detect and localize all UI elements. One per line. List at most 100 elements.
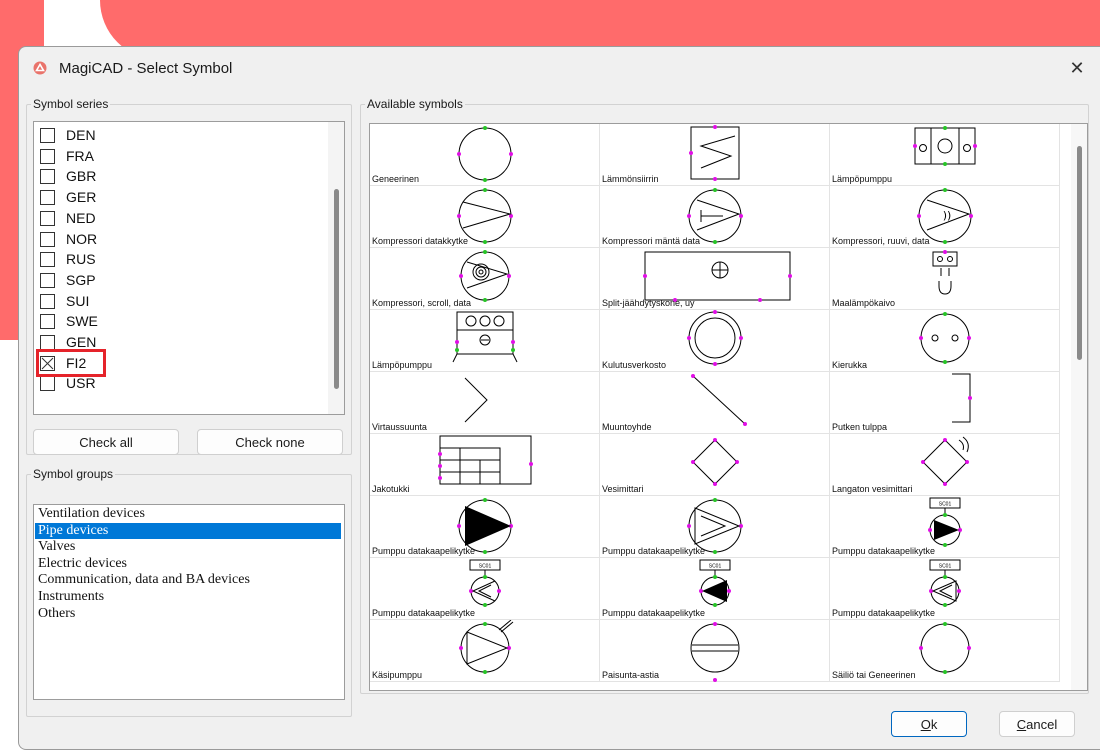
symbol-cell[interactable]: Jakotukki	[370, 434, 600, 496]
close-icon: ✕	[1069, 58, 1085, 78]
symbol-cell[interactable]: Virtaussuunta	[370, 372, 600, 434]
checkbox-icon[interactable]	[40, 231, 55, 247]
series-scrollbar-thumb[interactable]	[334, 189, 339, 389]
symbol-series-group: Symbol series USR FI2 GEN SWE SUI SGP RUS NOR NE…	[26, 97, 352, 455]
symbol-cell[interactable]: Pumppu datakaapelikytke	[370, 496, 600, 558]
symbol-cell[interactable]: Kulutusverkosto	[600, 310, 830, 372]
series-item-usr[interactable]: USR	[40, 374, 310, 394]
symbol-cell[interactable]: Geneerinen	[370, 124, 600, 186]
symbol-series-legend: Symbol series	[33, 97, 109, 111]
checkbox-icon[interactable]	[40, 376, 55, 392]
series-item-rus[interactable]: RUS	[40, 250, 310, 270]
series-item-label: GER	[66, 189, 97, 206]
checkbox-icon[interactable]	[40, 335, 55, 350]
symbol-cell[interactable]: Paisunta-astia	[600, 620, 830, 682]
symbol-cell[interactable]: SC01 Pumppu datakaapelikytke	[830, 558, 1060, 620]
symbol-label: Lämpöpumppu	[372, 360, 433, 370]
check-all-button[interactable]: Check all	[33, 429, 179, 455]
close-button[interactable]: ✕	[1054, 53, 1100, 83]
symbol-series-list[interactable]: USR FI2 GEN SWE SUI SGP RUS NOR NED GER GBR FRA DEN	[33, 121, 345, 415]
group-item-pipe-devices[interactable]: Pipe devices	[35, 522, 341, 539]
symbol-cell[interactable]: Langaton vesimittari	[830, 434, 1060, 496]
symbol-groups-group: Symbol groups Ventilation devices Pipe de…	[26, 467, 352, 717]
group-item-ventilation-devices[interactable]: Ventilation devices	[35, 506, 341, 522]
symbol-cell[interactable]: Kierukka	[830, 310, 1060, 372]
select-symbol-dialog: MagiCAD - Select Symbol ✕ Symbol series …	[18, 46, 1100, 750]
svg-text:SC01: SC01	[709, 564, 722, 570]
symbol-cell[interactable]: SC01 Pumppu datakaapelikytke	[830, 496, 1060, 558]
symbol-label: Vesimittari	[602, 484, 644, 494]
symbol-cell[interactable]: SC01 Pumppu datakaapelikytke	[600, 558, 830, 620]
symbol-label: Langaton vesimittari	[832, 484, 913, 494]
symbol-cell[interactable]: Muuntoyhde	[600, 372, 830, 434]
symbol-label: Putken tulppa	[832, 422, 888, 432]
checkbox-icon[interactable]	[40, 128, 55, 143]
symbol-label: Pumppu datakaapelikytke	[602, 608, 706, 618]
series-item-gbr[interactable]: GBR	[40, 167, 310, 187]
magicad-logo-icon	[33, 61, 47, 75]
symbol-label: Kompressori, ruuvi, data	[832, 236, 930, 246]
series-item-label: SWE	[66, 313, 98, 330]
checkbox-icon[interactable]	[40, 148, 55, 164]
ok-button[interactable]: Ok	[891, 711, 967, 737]
symbol-cell[interactable]: SC01 Pumppu datakaapelikytke	[370, 558, 600, 620]
series-item-label: NOR	[66, 230, 98, 247]
symbol-label: Maalämpökaivo	[832, 298, 896, 308]
symbol-cell[interactable]: Säiliö tai Geneerinen	[830, 620, 1060, 682]
checkbox-icon[interactable]	[40, 252, 55, 268]
symbol-label: Kompressori mäntä data	[602, 236, 701, 246]
series-item-label: GBR	[66, 168, 97, 185]
fi2-highlight-box	[36, 349, 106, 377]
series-item-fra[interactable]: FRA	[40, 147, 310, 167]
symbol-cell[interactable]: Kompressori datakkytke	[370, 186, 600, 248]
series-item-ger[interactable]: GER	[40, 188, 310, 208]
symbol-cell[interactable]: Split-jäähdytyskone, uy	[600, 248, 830, 310]
series-item-sui[interactable]: SUI	[40, 292, 310, 312]
checkbox-icon[interactable]	[40, 314, 55, 330]
group-item-valves[interactable]: Valves	[35, 539, 341, 555]
svg-text:SC01: SC01	[939, 564, 952, 570]
window-title: MagiCAD - Select Symbol	[59, 60, 233, 77]
symbol-cell[interactable]: Maalämpökaivo	[830, 248, 1060, 310]
symbol-cell[interactable]: )) Kompressori, ruuvi, data	[830, 186, 1060, 248]
series-item-ned[interactable]: NED	[40, 209, 310, 229]
symbol-label: Kulutusverkosto	[602, 360, 667, 370]
series-item-label: NED	[66, 209, 96, 226]
cancel-button[interactable]: Cancel	[999, 711, 1075, 737]
symbol-cell[interactable]: Kompressori, scroll, data	[370, 248, 600, 310]
checkbox-icon[interactable]	[40, 169, 55, 185]
symbol-label: Kompressori datakkytke	[372, 236, 469, 246]
symbol-label: Pumppu datakaapelikytke	[372, 608, 476, 618]
symbol-cell[interactable]: Lämpöpumppu	[370, 310, 600, 372]
series-item-label: SUI	[66, 292, 90, 309]
checkbox-icon[interactable]	[40, 190, 55, 206]
symbols-scrollbar-thumb[interactable]	[1077, 146, 1082, 360]
symbol-cell[interactable]: Putken tulppa	[830, 372, 1060, 434]
series-item-sgp[interactable]: SGP	[40, 271, 310, 291]
series-item-swe[interactable]: SWE	[40, 312, 310, 332]
symbol-cell[interactable]: Lämmönsiirrin	[600, 124, 830, 186]
checkbox-icon[interactable]	[40, 210, 55, 226]
symbol-groups-list[interactable]: Ventilation devices Pipe devices Valves Ele…	[33, 504, 345, 700]
symbol-cell[interactable]: Lämpöpumppu	[830, 124, 1060, 186]
check-none-button[interactable]: Check none	[197, 429, 343, 455]
checkbox-icon[interactable]	[40, 272, 55, 288]
group-item-electric-devices[interactable]: Electric devices	[35, 556, 341, 572]
symbol-label: Muuntoyhde	[602, 422, 652, 432]
group-item-others[interactable]: Others	[35, 606, 341, 622]
group-item-instruments[interactable]: Instruments	[35, 589, 341, 605]
available-symbols-grid[interactable]: Säiliö tai Geneerinen Paisunta-astia Käsip…	[369, 123, 1088, 691]
available-symbols-legend: Available symbols	[367, 97, 463, 111]
series-item-den[interactable]: DEN	[40, 126, 310, 146]
symbol-cell[interactable]: Vesimittari	[600, 434, 830, 496]
symbol-cell[interactable]: Pumppu datakaapelikytke	[600, 496, 830, 558]
symbol-cell[interactable]: Kompressori mäntä data	[600, 186, 830, 248]
symbols-scrollbar[interactable]	[1071, 124, 1087, 690]
symbol-label: Lämmönsiirrin	[602, 174, 659, 184]
group-item-communication-data-and-ba-devices[interactable]: Communication, data and BA devices	[35, 572, 341, 588]
series-scrollbar[interactable]	[328, 122, 344, 414]
series-item-label: USR	[66, 375, 96, 392]
symbol-cell[interactable]: Käsipumppu	[370, 620, 600, 682]
checkbox-icon[interactable]	[40, 293, 55, 309]
series-item-nor[interactable]: NOR	[40, 230, 310, 250]
